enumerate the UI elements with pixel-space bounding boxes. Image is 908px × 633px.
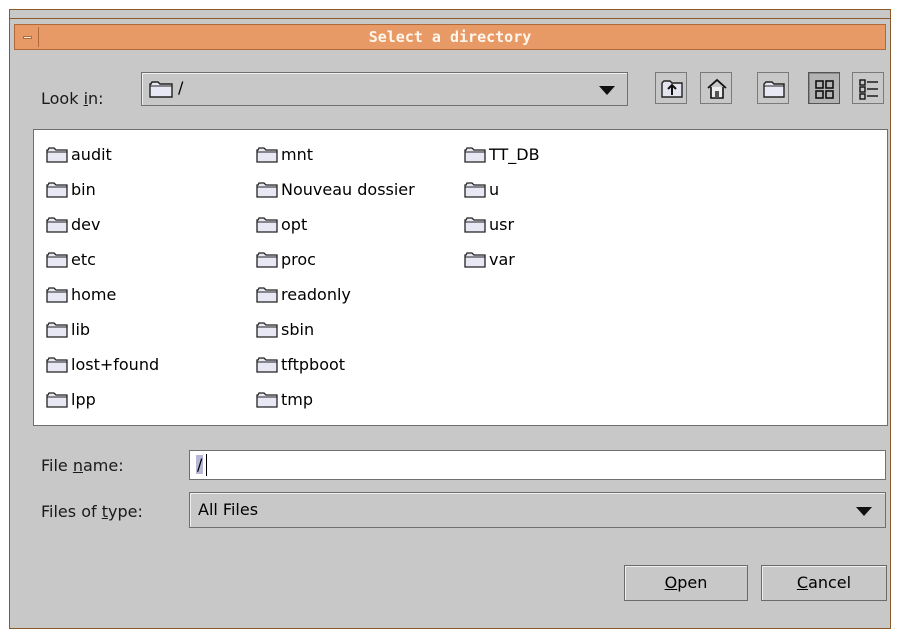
folder-icon (256, 147, 278, 167)
look-in-label: Look in: (41, 89, 104, 108)
folder-icon (149, 81, 173, 102)
folder-icon (464, 147, 486, 167)
up-one-level-icon (661, 80, 683, 98)
folder-icon (46, 392, 68, 412)
folder-name: var (489, 250, 515, 269)
folder-icon (46, 147, 68, 167)
folder-icon (464, 252, 486, 272)
list-view-icon (815, 80, 834, 99)
new-folder-button[interactable] (757, 72, 789, 104)
folder-name: lib (71, 320, 91, 339)
file-name-input[interactable]: / (189, 450, 886, 480)
folder-icon (46, 287, 68, 307)
folder-name: bin (71, 180, 96, 199)
folder-name: usr (489, 215, 515, 234)
folder-name: tmp (281, 390, 314, 409)
folder-name: etc (71, 250, 96, 269)
open-button[interactable]: Open (624, 565, 748, 601)
folder-name: u (489, 180, 500, 199)
text-caret (206, 454, 207, 476)
file-name-value: / (196, 455, 204, 474)
folder-icon (256, 287, 278, 307)
folder-name: dev (71, 215, 101, 234)
window-frame-line (10, 18, 890, 19)
title-bar[interactable]: Select a directory (14, 24, 886, 50)
file-name-label: File name: (41, 456, 124, 475)
list-view-button[interactable] (808, 72, 840, 104)
folder-icon (256, 182, 278, 202)
folder-icon (256, 357, 278, 377)
up-one-level-button[interactable] (655, 72, 687, 104)
cancel-button[interactable]: Cancel (761, 565, 887, 601)
look-in-value: / (178, 78, 184, 97)
folder-name: lpp (71, 390, 96, 409)
files-of-type-label: Files of type: (41, 502, 143, 521)
details-view-button[interactable] (852, 72, 884, 104)
details-view-icon (859, 79, 878, 100)
folder-icon (464, 182, 486, 202)
folder-name: proc (281, 250, 316, 269)
folder-icon (256, 322, 278, 342)
folder-name: Nouveau dossier (281, 180, 415, 199)
folder-icon (464, 217, 486, 237)
folder-name: sbin (281, 320, 315, 339)
folder-name: opt (281, 215, 308, 234)
chevron-down-icon[interactable] (599, 86, 615, 95)
look-in-combo[interactable]: / (141, 72, 628, 106)
file-list[interactable]: audit bin dev etc home lib lost+found lpp mnt Nou… (33, 129, 888, 426)
folder-icon (256, 252, 278, 272)
files-of-type-value: All Files (198, 500, 259, 519)
folder-icon (256, 392, 278, 412)
folder-name: home (71, 285, 117, 304)
folder-name: audit (71, 145, 112, 164)
home-icon (707, 78, 727, 99)
folder-name: lost+found (71, 355, 160, 374)
folder-icon (46, 252, 68, 272)
folder-icon (46, 322, 68, 342)
folder-name: tftpboot (281, 355, 346, 374)
folder-name: mnt (281, 145, 313, 164)
folder-icon (46, 217, 68, 237)
home-button[interactable] (700, 72, 732, 104)
folder-icon (46, 357, 68, 377)
folder-name: readonly (281, 285, 351, 304)
folder-name: TT_DB (489, 145, 540, 164)
folder-icon (46, 182, 68, 202)
files-of-type-combo[interactable]: All Files (189, 492, 886, 528)
new-folder-icon (763, 81, 785, 98)
chevron-down-icon[interactable] (856, 507, 872, 516)
dialog-title: Select a directory (368, 28, 532, 46)
folder-icon (256, 217, 278, 237)
